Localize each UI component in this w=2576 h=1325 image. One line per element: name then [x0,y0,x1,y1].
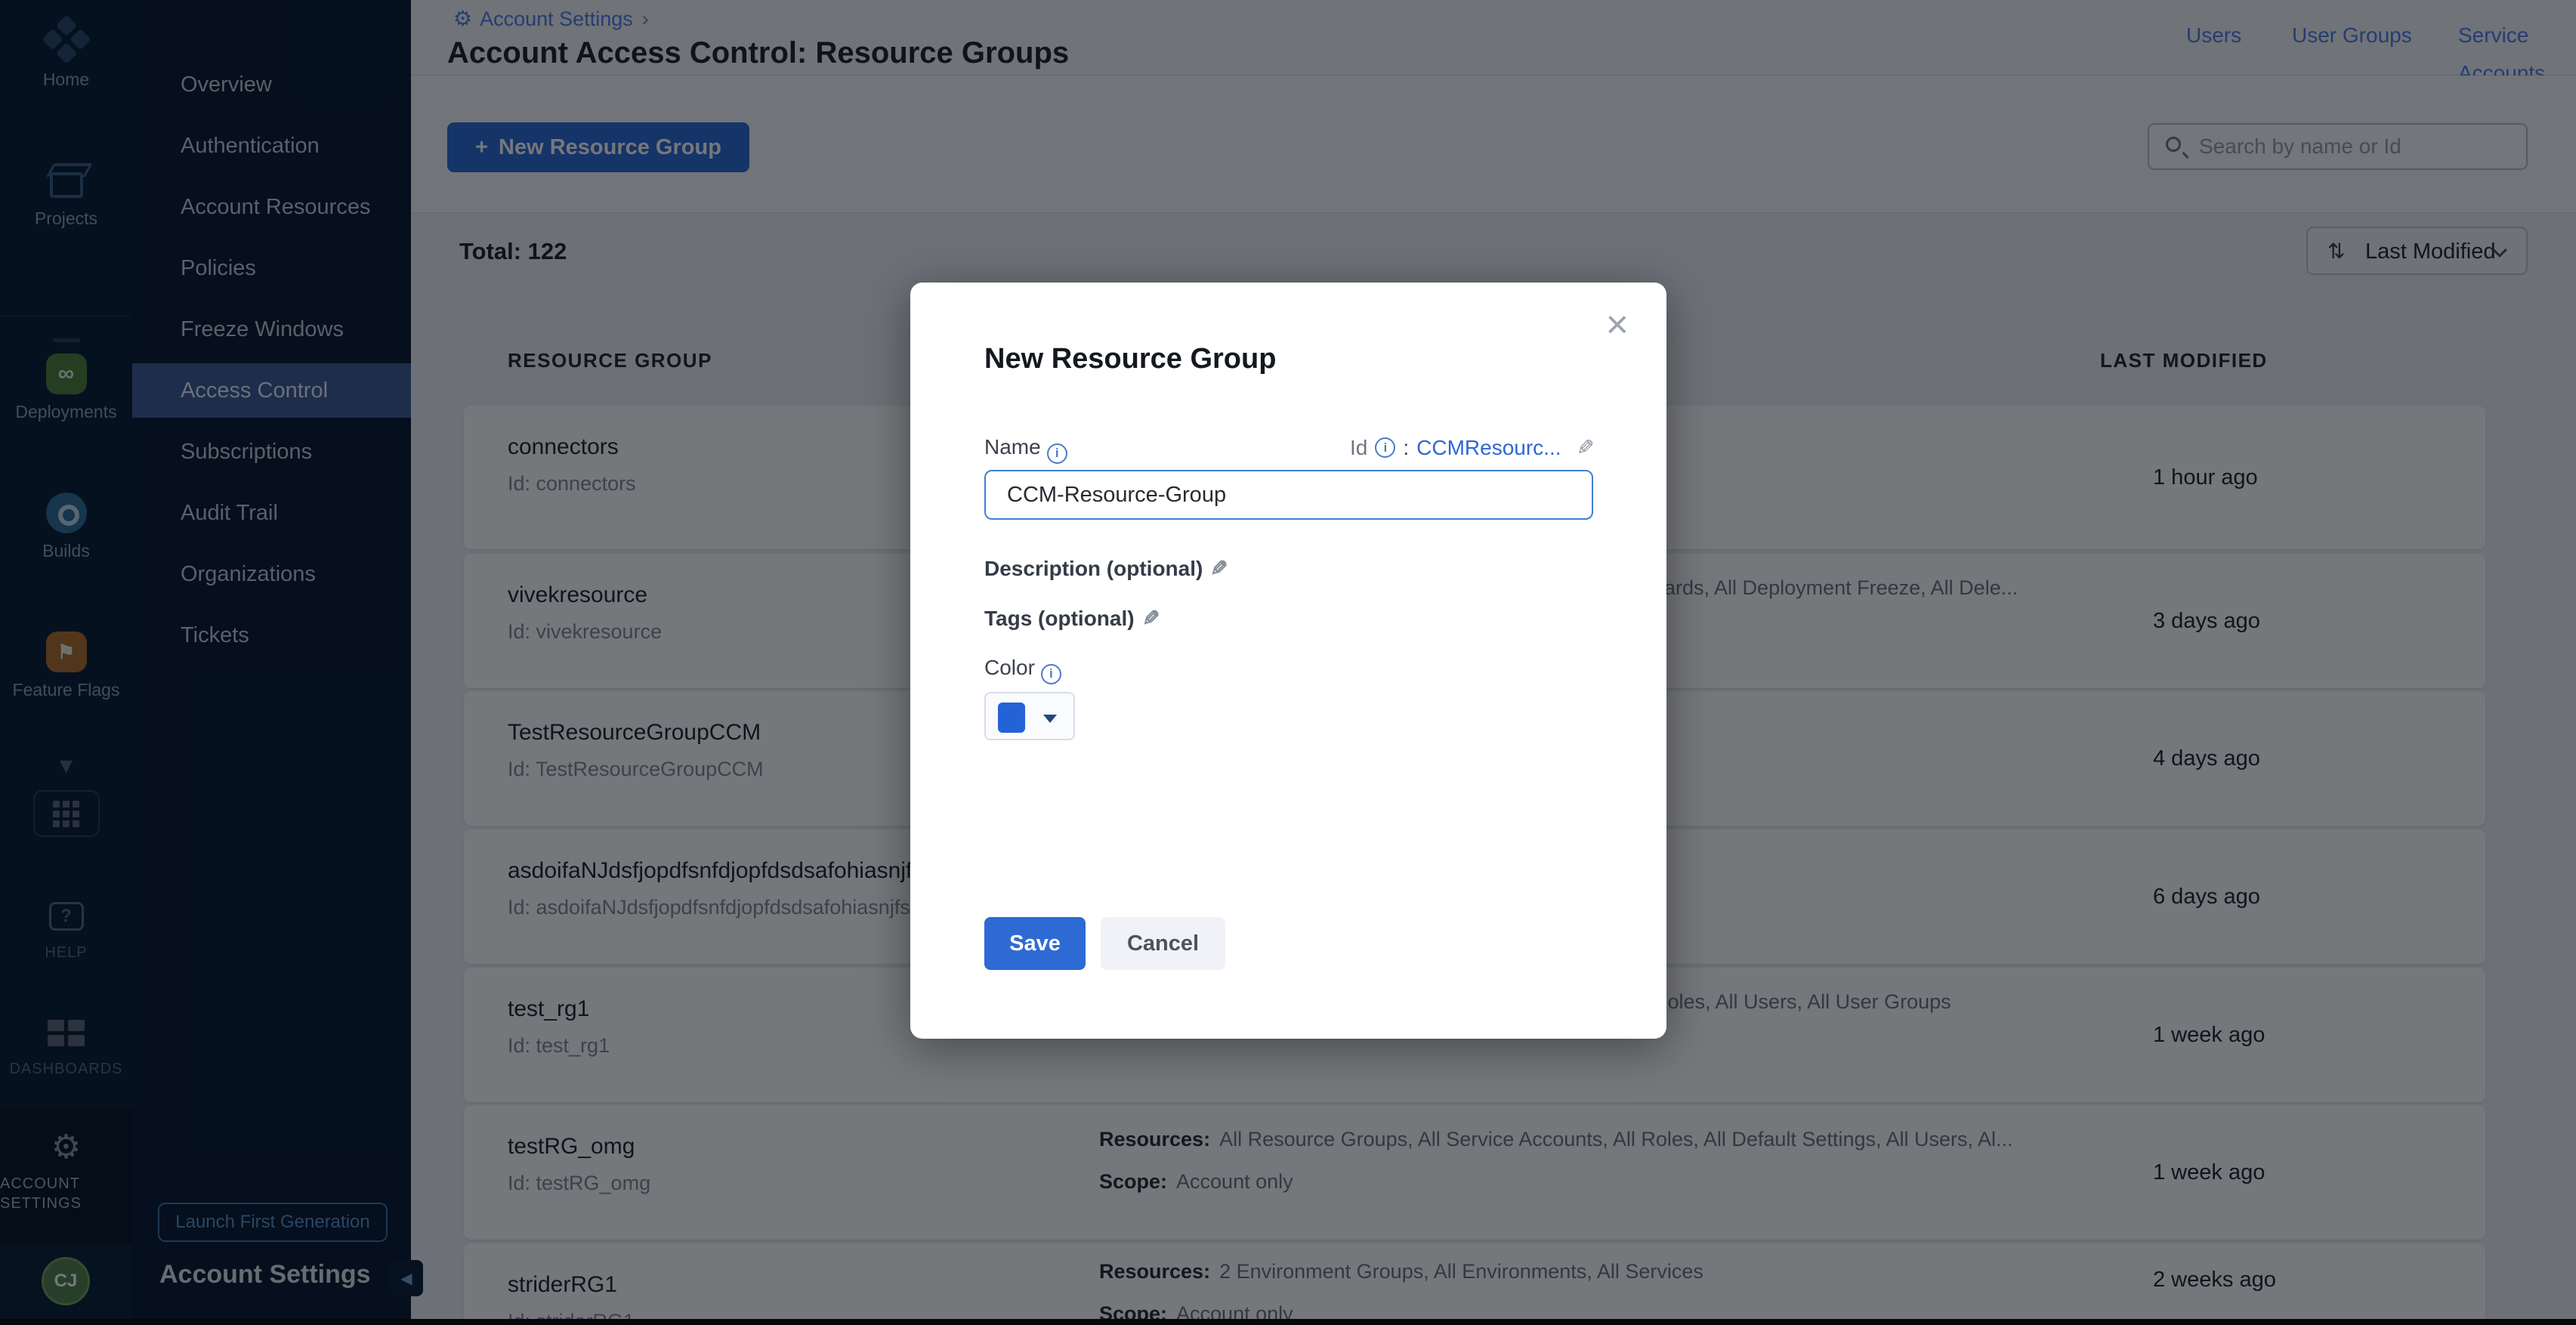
resource-group-name-input[interactable] [984,470,1593,520]
app-root: Home Projects ∞ Deployments Builds ⚑ Fea… [0,0,2576,1325]
new-resource-group-modal: × New Resource Group Namei Id i : CCMRes… [910,283,1666,1039]
name-info-icon[interactable]: i [1047,443,1067,464]
modal-title: New Resource Group [984,343,1276,375]
id-info-icon[interactable]: i [1375,437,1395,458]
description-label: Description (optional) [984,557,1203,580]
id-label: Id [1350,436,1367,460]
edit-id-pencil-icon[interactable]: ✎ [1577,435,1594,460]
id-separator: : [1403,436,1409,460]
color-picker-dropdown[interactable] [984,692,1075,740]
edit-tags-pencil-icon[interactable]: ✎ [1142,606,1160,631]
tags-label: Tags (optional) [984,607,1135,630]
color-chip [998,703,1025,733]
id-value-link[interactable]: CCMResourc... [1416,436,1561,460]
close-icon[interactable]: × [1606,305,1629,344]
save-button[interactable]: Save [984,917,1086,970]
caret-down-icon [1043,715,1057,723]
window-bottom-edge [0,1319,2576,1325]
edit-description-pencil-icon[interactable]: ✎ [1210,556,1228,581]
color-info-icon[interactable]: i [1041,664,1061,684]
color-label: Color [984,656,1035,679]
cancel-button[interactable]: Cancel [1101,917,1225,970]
name-label: Name [984,435,1041,459]
